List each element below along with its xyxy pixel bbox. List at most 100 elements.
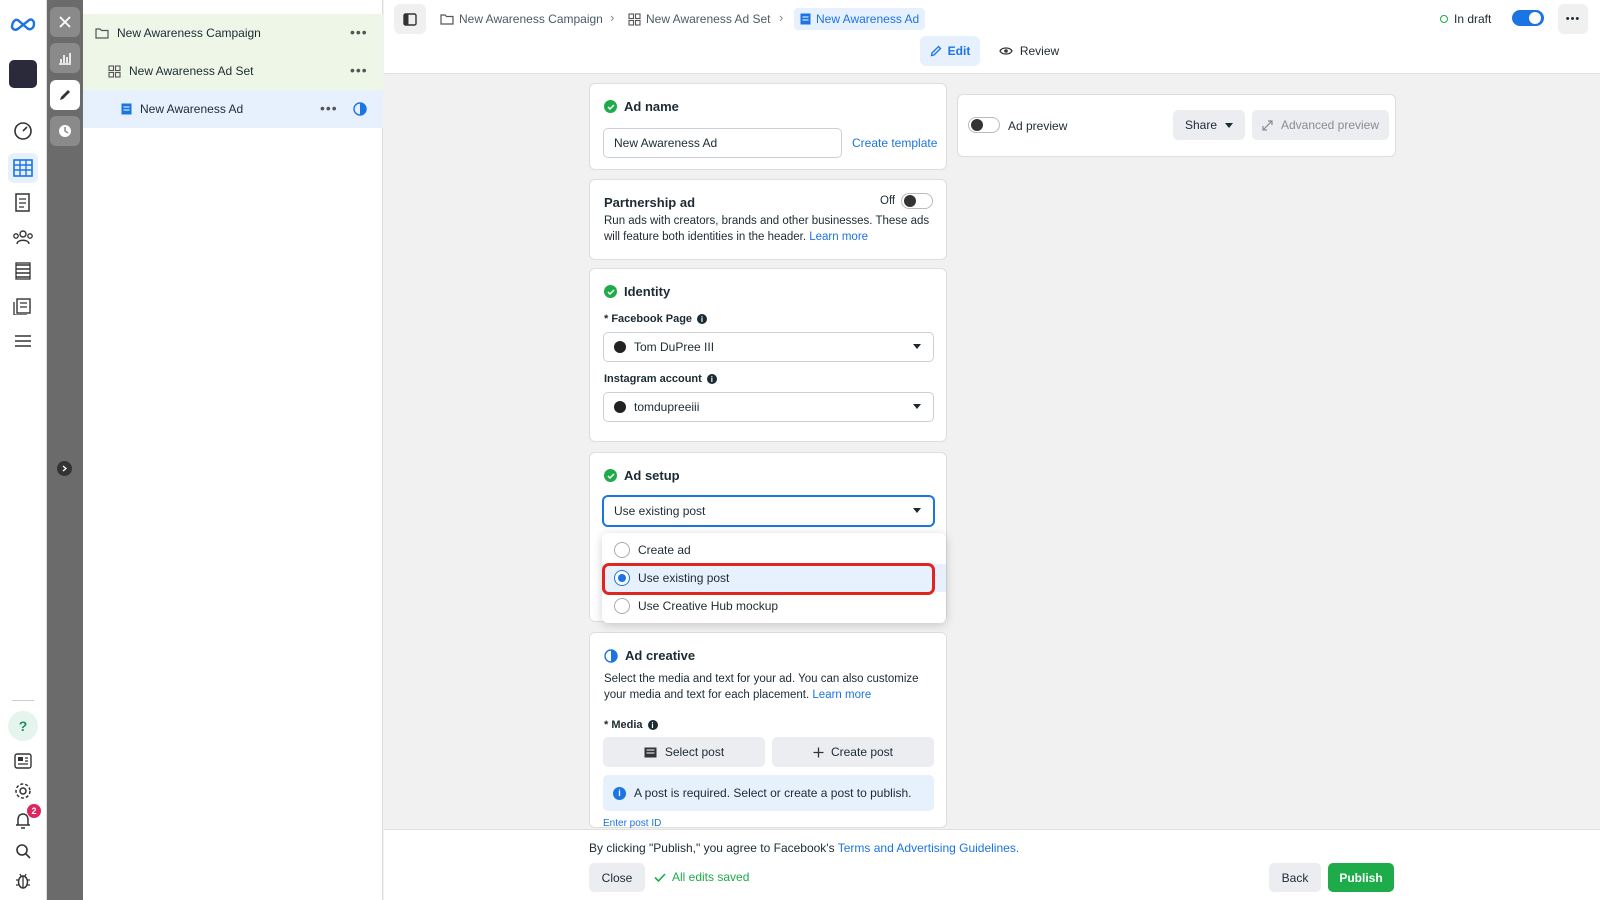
- partnership-toggle-label: Off: [880, 195, 896, 207]
- ad-on-off-toggle[interactable]: [1512, 10, 1544, 26]
- audiences-icon[interactable]: [8, 222, 38, 252]
- meta-logo-icon[interactable]: [8, 9, 38, 39]
- ad-creative-learn-more-link[interactable]: Learn more: [812, 689, 871, 701]
- news-feed-icon[interactable]: [8, 746, 38, 776]
- search-icon[interactable]: [8, 836, 38, 866]
- all-tools-menu-icon[interactable]: [8, 326, 38, 356]
- facebook-page-label: * Facebook Page i: [604, 313, 708, 325]
- tree-item-label: New Awareness Campaign: [117, 26, 261, 40]
- complete-check-icon: [604, 285, 617, 298]
- breadcrumb-campaign[interactable]: New Awareness Campaign: [440, 8, 603, 30]
- dropdown-caret-icon: [913, 508, 921, 513]
- back-button[interactable]: Back: [1269, 863, 1321, 892]
- campaign-more-options-icon[interactable]: •••: [350, 24, 368, 40]
- expand-panel-chevron-icon[interactable]: [57, 461, 72, 476]
- editor-top-bar: New Awareness Campaign › New Awareness A…: [384, 0, 1600, 74]
- ad-document-icon: [800, 13, 811, 25]
- identity-card: Identity * Facebook Page i Tom DuPree II…: [589, 268, 947, 442]
- tab-review[interactable]: Review: [996, 36, 1062, 66]
- tree-item-ad[interactable]: New Awareness Ad •••: [83, 90, 383, 128]
- ad-setup-select[interactable]: Use existing post: [603, 496, 934, 526]
- media-label: * Media i: [604, 719, 658, 731]
- info-icon: i: [706, 374, 717, 384]
- breadcrumb-ad[interactable]: New Awareness Ad: [794, 8, 926, 30]
- edit-pencil-icon: [930, 45, 942, 57]
- terms-notice: By clicking "Publish," you agree to Face…: [589, 841, 1020, 855]
- radio-button-selected: [614, 570, 630, 586]
- create-post-button[interactable]: Create post: [772, 737, 934, 767]
- rail-divider: [12, 700, 34, 701]
- ad-preview-panel: Ad preview Share Advanced preview: [957, 94, 1396, 157]
- account-avatar[interactable]: [9, 60, 37, 88]
- tab-edit[interactable]: Edit: [920, 36, 980, 66]
- facebook-page-select[interactable]: Tom DuPree III: [603, 332, 934, 362]
- notification-count-badge: 2: [27, 804, 41, 818]
- draft-status: In draft: [1440, 12, 1491, 26]
- partnership-ad-card: Partnership ad Off Run ads with creators…: [589, 179, 947, 260]
- partnership-description: Run ads with creators, brands and other …: [604, 215, 930, 243]
- draft-status-label: In draft: [1454, 12, 1492, 26]
- tree-item-label: New Awareness Ad: [140, 102, 244, 116]
- ad-setup-dropdown-menu: Create ad Use existing post Use Creative…: [602, 533, 946, 623]
- close-editor-icon[interactable]: [50, 7, 80, 37]
- terms-link[interactable]: Terms and Advertising Guidelines.: [838, 841, 1019, 855]
- instagram-account-label: Instagram account i: [604, 373, 717, 385]
- partnership-ad-toggle[interactable]: [901, 193, 933, 209]
- settings-gear-icon[interactable]: [8, 776, 38, 806]
- ad-name-card: Ad name Create template: [589, 83, 947, 170]
- dropdown-caret-icon: [913, 344, 921, 349]
- close-button[interactable]: Close: [589, 863, 645, 892]
- editor-mode-strip: [47, 0, 83, 900]
- select-post-button[interactable]: Select post: [603, 737, 765, 767]
- instagram-account-select[interactable]: tomdupreeiii: [603, 392, 934, 422]
- create-template-link[interactable]: Create template: [852, 136, 937, 150]
- dropdown-caret-icon: [913, 404, 921, 409]
- breadcrumb-label: New Awareness Ad: [816, 12, 920, 26]
- history-clock-icon[interactable]: [50, 116, 80, 146]
- dropdown-caret-icon: [1225, 122, 1234, 128]
- post-card-icon: [644, 747, 657, 758]
- ad-preview-toggle[interactable]: [968, 117, 1000, 133]
- ad-creative-title: Ad creative: [604, 648, 695, 663]
- share-button[interactable]: Share: [1173, 110, 1245, 140]
- option-use-existing-post[interactable]: Use existing post: [602, 564, 946, 592]
- reports-icon[interactable]: [8, 188, 38, 218]
- enter-post-id-link[interactable]: Enter post ID: [603, 818, 661, 829]
- breadcrumb-chevron-icon: ›: [610, 10, 615, 25]
- edit-pencil-icon[interactable]: [50, 80, 80, 110]
- ad-name-input[interactable]: [603, 128, 842, 158]
- checkmark-icon: [654, 872, 666, 882]
- advanced-preview-button[interactable]: Advanced preview: [1252, 110, 1389, 140]
- tab-review-label: Review: [1019, 44, 1060, 58]
- identity-title: Identity: [604, 284, 670, 299]
- tree-item-adset[interactable]: New Awareness Ad Set •••: [83, 52, 383, 90]
- sidebar-panel-icon: [403, 12, 417, 26]
- help-icon[interactable]: ?: [8, 711, 38, 741]
- option-create-ad[interactable]: Create ad: [602, 536, 946, 564]
- performance-chart-icon[interactable]: [50, 43, 80, 73]
- publish-button[interactable]: Publish: [1328, 863, 1394, 892]
- folder-icon: [440, 13, 454, 25]
- ad-more-options-icon[interactable]: •••: [320, 100, 338, 116]
- page-avatar-icon: [614, 341, 626, 353]
- option-use-creative-hub-mockup[interactable]: Use Creative Hub mockup: [602, 592, 946, 620]
- bug-report-icon[interactable]: [8, 866, 38, 896]
- campaign-tree-panel: New Awareness Campaign ••• New Awareness…: [83, 0, 383, 900]
- ad-preview-label: Ad preview: [1008, 119, 1068, 133]
- breadcrumb-adset[interactable]: New Awareness Ad Set: [628, 8, 771, 30]
- adset-more-options-icon[interactable]: •••: [350, 62, 368, 78]
- post-required-notice: i A post is required. Select or create a…: [603, 775, 934, 811]
- more-actions-button[interactable]: •••: [1558, 4, 1588, 34]
- ads-manager-table-icon[interactable]: [8, 153, 38, 183]
- partnership-learn-more-link[interactable]: Learn more: [809, 231, 868, 243]
- info-icon: i: [697, 314, 708, 324]
- catalog-icon[interactable]: [8, 291, 38, 321]
- billing-stack-icon[interactable]: [8, 256, 38, 286]
- tree-item-campaign[interactable]: New Awareness Campaign •••: [83, 14, 383, 52]
- dashboard-gauge-icon[interactable]: [8, 116, 38, 146]
- save-status: All edits saved: [654, 870, 749, 884]
- ad-name-title: Ad name: [604, 99, 679, 114]
- toggle-sidebar-button[interactable]: [394, 4, 426, 34]
- adset-grid-icon: [628, 12, 641, 26]
- tree-item-label: New Awareness Ad Set: [129, 64, 254, 78]
